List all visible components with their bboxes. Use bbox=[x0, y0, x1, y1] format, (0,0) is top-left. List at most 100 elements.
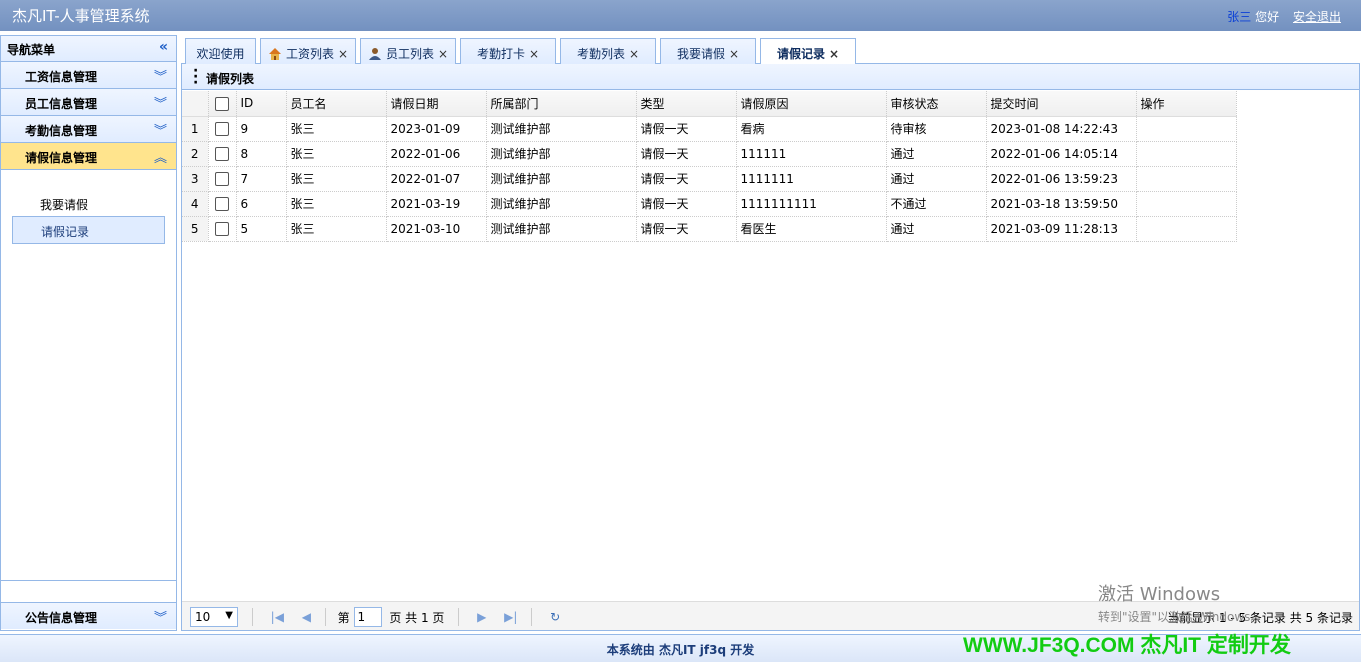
tab-label: 考勤打卡 bbox=[476, 47, 525, 61]
sidebar-group-attendance[interactable]: 考勤信息管理 ︾ bbox=[1, 116, 176, 143]
tab-attendance-punch[interactable]: 考勤打卡 × bbox=[460, 38, 556, 64]
table-row[interactable]: 4 6 张三 2021-03-19 测试维护部 请假一天 1111111111 … bbox=[182, 191, 1237, 217]
tab-label: 考勤列表 bbox=[576, 47, 625, 61]
separator bbox=[324, 608, 326, 626]
sidebar-item-leave-records[interactable]: 请假记录 bbox=[12, 216, 165, 244]
column-header[interactable]: 请假日期 bbox=[386, 91, 487, 117]
row-checkbox[interactable] bbox=[215, 146, 229, 161]
menu-dots-icon: · · · bbox=[193, 63, 199, 91]
close-icon[interactable]: × bbox=[629, 47, 639, 61]
first-page-icon[interactable]: |◀ bbox=[271, 610, 284, 624]
close-icon[interactable]: × bbox=[729, 47, 739, 61]
cell-time: 2021-03-09 11:28:13 bbox=[986, 216, 1137, 242]
sidebar: 导航菜单 « 工资信息管理 ︾ 员工信息管理 ︾ 考勤信息管理 ︾ 请假信息管理… bbox=[0, 35, 177, 631]
refresh-icon[interactable]: ↻ bbox=[550, 610, 560, 624]
page-prefix: 第 bbox=[337, 610, 350, 625]
column-header[interactable]: 类型 bbox=[636, 91, 737, 117]
row-check-cell bbox=[208, 116, 237, 142]
cell-date: 2022-01-07 bbox=[386, 166, 487, 192]
sidebar-group-leave[interactable]: 请假信息管理 ︽ bbox=[1, 143, 176, 170]
column-header[interactable]: 操作 bbox=[1136, 91, 1237, 117]
collapse-sidebar-icon[interactable]: « bbox=[159, 39, 168, 55]
row-checkbox[interactable] bbox=[215, 196, 229, 211]
leave-table: ID 员工名 请假日期 所属部门 类型 请假原因 审核状态 提交时间 操作 1 … bbox=[182, 91, 1237, 242]
separator bbox=[458, 608, 460, 626]
page-number-input[interactable]: 1 bbox=[353, 607, 382, 627]
column-header[interactable]: 提交时间 bbox=[986, 91, 1137, 117]
tab-welcome[interactable]: 欢迎使用 bbox=[185, 38, 256, 64]
table-row[interactable]: 3 7 张三 2022-01-07 测试维护部 请假一天 1111111 通过 … bbox=[182, 166, 1237, 192]
cell-status: 通过 bbox=[886, 166, 987, 192]
cell-status: 待审核 bbox=[886, 116, 987, 142]
cell-type: 请假一天 bbox=[636, 166, 737, 192]
tab-label: 请假记录 bbox=[776, 47, 825, 61]
tab-attendance-list[interactable]: 考勤列表 × bbox=[560, 38, 656, 64]
greeting: 您好 bbox=[1255, 10, 1280, 24]
tab-salary-list[interactable]: 工资列表 × bbox=[260, 38, 356, 64]
row-checkbox[interactable] bbox=[215, 171, 229, 186]
close-icon[interactable]: × bbox=[338, 47, 348, 61]
tab-leave-records[interactable]: 请假记录 × bbox=[760, 38, 856, 65]
cell-date: 2023-01-09 bbox=[386, 116, 487, 142]
cell-id: 7 bbox=[236, 166, 287, 192]
column-header[interactable]: 员工名 bbox=[286, 91, 387, 117]
last-page-icon[interactable]: ▶| bbox=[504, 610, 517, 624]
next-page-icon[interactable]: ▶ bbox=[477, 610, 486, 624]
tab-employee-list[interactable]: 员工列表 × bbox=[360, 38, 456, 64]
cell-date: 2022-01-06 bbox=[386, 141, 487, 167]
sidebar-leave-body: 我要请假 请假记录 bbox=[1, 170, 176, 581]
column-header[interactable]: ID bbox=[236, 91, 287, 117]
windows-activation-notice: 激活 Windows 转到"设置"以激活 Windows。 bbox=[1098, 580, 1262, 625]
row-checkbox[interactable] bbox=[215, 221, 229, 236]
row-check-cell bbox=[208, 141, 237, 167]
sidebar-group-salary[interactable]: 工资信息管理 ︾ bbox=[1, 62, 176, 89]
close-icon[interactable]: × bbox=[529, 47, 539, 61]
column-header[interactable]: 请假原因 bbox=[736, 91, 887, 117]
user-name: 张三 bbox=[1227, 10, 1252, 24]
cell-dept: 测试维护部 bbox=[486, 191, 637, 217]
page-size-value: 10 bbox=[195, 610, 211, 624]
tab-label: 欢迎使用 bbox=[196, 47, 245, 61]
page-total: 页 共 1 页 bbox=[389, 610, 445, 625]
table-row[interactable]: 5 5 张三 2021-03-10 测试维护部 请假一天 看医生 通过 2021… bbox=[182, 216, 1237, 242]
chevron-down-icon: ︾ bbox=[153, 97, 167, 112]
row-number: 2 bbox=[182, 141, 209, 167]
sidebar-group-notice[interactable]: 公告信息管理 ︾ bbox=[1, 602, 176, 629]
main-area: 欢迎使用 工资列表 × 员工列表 × 考勤打卡 × 考勤列表 × 我要请假 × 请假记录 × bbox=[181, 35, 1360, 631]
row-number: 3 bbox=[182, 166, 209, 192]
row-check-cell bbox=[208, 166, 237, 192]
table-row[interactable]: 2 8 张三 2022-01-06 测试维护部 请假一天 111111 通过 2… bbox=[182, 141, 1237, 167]
sidebar-group-label: 请假信息管理 bbox=[25, 151, 98, 165]
prev-page-icon[interactable]: ◀ bbox=[302, 610, 311, 624]
tab-apply-leave[interactable]: 我要请假 × bbox=[660, 38, 756, 64]
cell-id: 5 bbox=[236, 216, 287, 242]
cell-dept: 测试维护部 bbox=[486, 141, 637, 167]
activation-title: 激活 Windows bbox=[1098, 584, 1221, 605]
row-check-cell bbox=[208, 191, 237, 217]
separator bbox=[531, 608, 533, 626]
page-size-select[interactable]: 10 ▼ bbox=[190, 607, 238, 627]
sidebar-group-label: 考勤信息管理 bbox=[25, 124, 98, 138]
row-check-cell bbox=[208, 216, 237, 242]
column-header[interactable]: 所属部门 bbox=[486, 91, 637, 117]
cell-status: 通过 bbox=[886, 216, 987, 242]
logout-link[interactable]: 安全退出 bbox=[1293, 10, 1341, 24]
close-icon[interactable]: × bbox=[438, 47, 448, 61]
close-icon[interactable]: × bbox=[829, 47, 839, 61]
row-number-header bbox=[182, 91, 209, 117]
sidebar-group-label: 工资信息管理 bbox=[25, 70, 98, 84]
chevron-down-icon: ▼ bbox=[225, 610, 233, 621]
table-row[interactable]: 1 9 张三 2023-01-09 测试维护部 请假一天 看病 待审核 2023… bbox=[182, 116, 1237, 142]
sidebar-item-apply-leave[interactable]: 我要请假 bbox=[12, 188, 165, 216]
row-checkbox[interactable] bbox=[215, 121, 229, 136]
cell-id: 8 bbox=[236, 141, 287, 167]
cell-reason: 看病 bbox=[736, 116, 887, 142]
select-all-checkbox[interactable] bbox=[215, 96, 229, 111]
tab-label: 工资列表 bbox=[285, 47, 334, 61]
cell-type: 请假一天 bbox=[636, 216, 737, 242]
chevron-up-icon: ︽ bbox=[153, 151, 167, 166]
sidebar-header: 导航菜单 « bbox=[1, 36, 176, 62]
column-header[interactable]: 审核状态 bbox=[886, 91, 987, 117]
sidebar-group-employee[interactable]: 员工信息管理 ︾ bbox=[1, 89, 176, 116]
chevron-down-icon: ︾ bbox=[153, 124, 167, 139]
